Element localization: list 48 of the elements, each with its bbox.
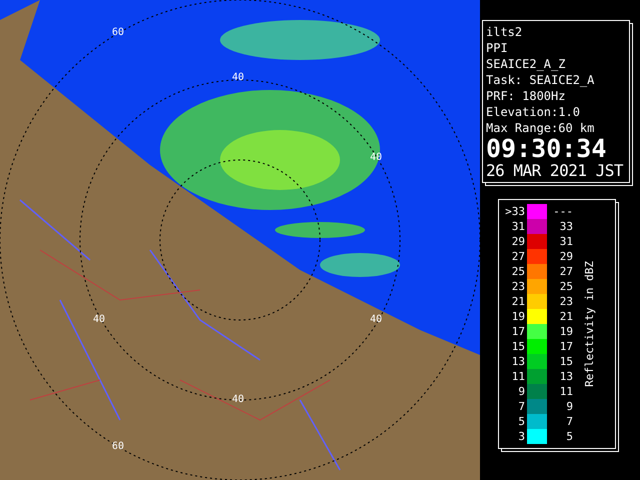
legend-label: 11 — [558, 385, 573, 398]
time-text: 09:30:34 — [486, 136, 608, 162]
legend-label: 29 — [558, 250, 573, 263]
legend-label: 19 — [510, 310, 526, 323]
legend-label: 3 — [517, 430, 526, 443]
legend-label: 23 — [510, 280, 526, 293]
legend-label: 15 — [558, 355, 573, 368]
legend-label: 13 — [558, 370, 573, 383]
info-text: Elevation:1.0 — [486, 104, 581, 120]
legend-label: 25 — [510, 265, 526, 278]
legend-label: 7 — [517, 400, 526, 413]
legend-label: 7 — [565, 415, 573, 428]
legend-label: 27 — [558, 265, 573, 278]
info-text: PRF: 1800Hz — [486, 88, 566, 104]
legend-label: 13 — [510, 355, 526, 368]
legend-label: 23 — [558, 295, 573, 308]
legend-label: 27 — [510, 250, 526, 263]
range-label: 40 — [232, 72, 244, 84]
info-text: PPI — [486, 40, 509, 56]
legend-label: 25 — [558, 280, 573, 293]
legend-label: --- — [552, 205, 573, 218]
legend-label: 9 — [565, 400, 573, 413]
legend-label: 17 — [510, 325, 526, 338]
info-text: SEAICE2_A_Z — [486, 56, 566, 72]
legend-label: 19 — [558, 325, 573, 338]
range-label: 40 — [232, 394, 244, 406]
legend-title: Reflectivity in dBZ — [582, 261, 594, 387]
legend-label: 5 — [517, 415, 526, 428]
legend-label: 15 — [510, 340, 526, 353]
legend-label: 31 — [510, 220, 526, 233]
legend-label: 29 — [510, 235, 526, 248]
range-label: 40 — [370, 314, 382, 326]
legend-label: >33 — [504, 205, 526, 218]
legend-label: 21 — [558, 310, 573, 323]
info-text: ilts2 — [486, 24, 524, 40]
legend-label: 21 — [510, 295, 526, 308]
info-text: Task: SEAICE2_A — [486, 72, 596, 88]
legend-label: 11 — [510, 370, 526, 383]
date-text: 26 MAR 2021 JST — [486, 162, 624, 180]
legend-label: 31 — [558, 235, 573, 248]
legend-label: 5 — [565, 430, 573, 443]
legend-label: 9 — [517, 385, 526, 398]
range-label: 60 — [112, 441, 124, 453]
legend-label: 33 — [558, 220, 573, 233]
info-text: Max Range:60 km — [486, 120, 596, 136]
range-label: 60 — [112, 27, 124, 39]
range-label: 40 — [93, 314, 106, 326]
legend-label: 17 — [558, 340, 573, 353]
